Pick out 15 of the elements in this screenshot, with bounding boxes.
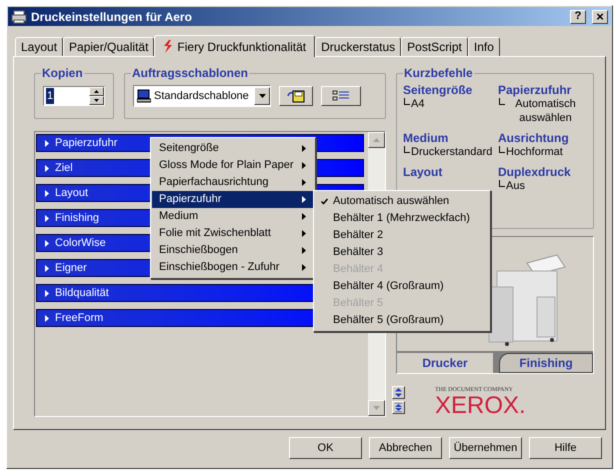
shortcut-value: A4: [410, 97, 424, 111]
group-title: Kopien: [41, 65, 84, 81]
group-title: Auftragsschablonen: [131, 65, 250, 81]
logo: XEROX.: [435, 394, 526, 418]
shortcut-heading: Ausrichtung: [498, 131, 570, 145]
shortcut-heading: Layout: [403, 165, 444, 179]
shortcut-heading: Medium: [403, 131, 450, 145]
shortcut-value: Druckerstandard: [410, 145, 490, 159]
shortcut-heading: Seitengröße: [403, 83, 474, 97]
window-title: Druckeinstellungen für Aero: [31, 8, 193, 26]
shortcut-heading: Papierzufuhr: [498, 83, 572, 97]
shortcut-heading: Duplexdruck: [498, 165, 572, 179]
shortcut-value: Aus: [505, 179, 525, 193]
shortcut-value: Automatisch auswählen: [514, 97, 577, 125]
shortcut-value: Hochformat: [505, 145, 563, 159]
